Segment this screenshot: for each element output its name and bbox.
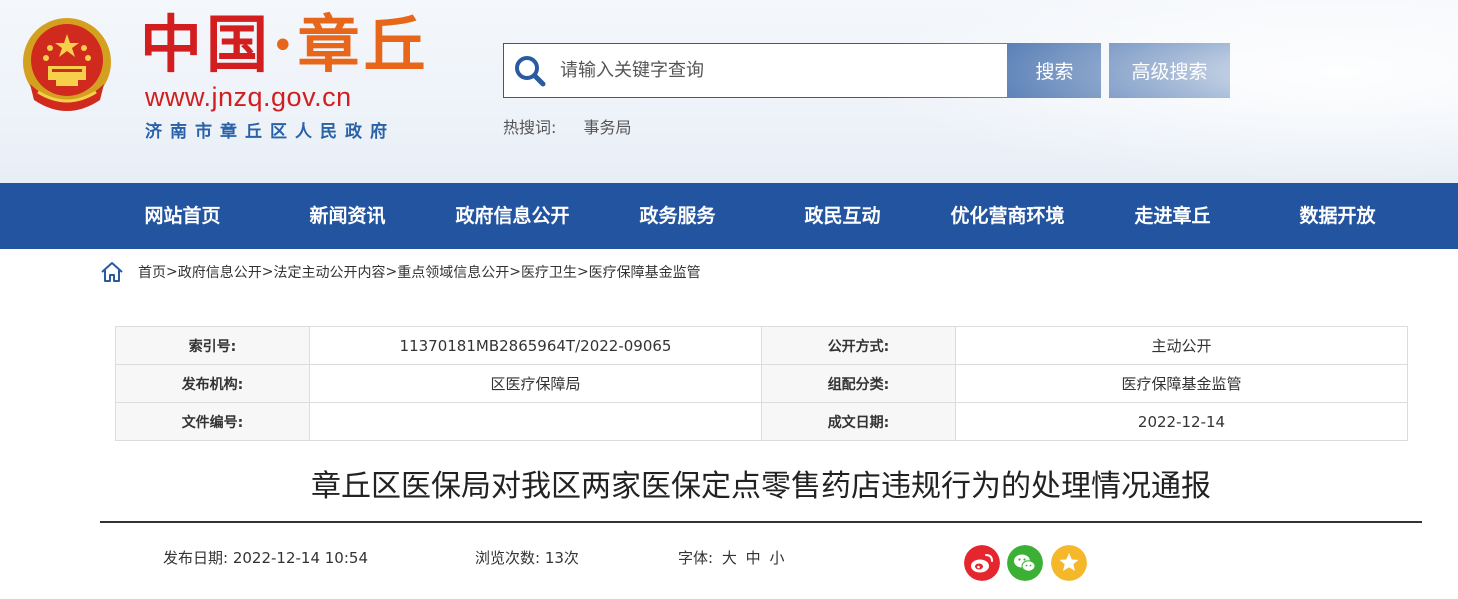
breadcrumb-statutory[interactable]: 法定主动公开内容: [273, 262, 385, 282]
font-large-button[interactable]: 大: [722, 549, 737, 567]
site-url: www.jnzq.gov.cn: [145, 82, 352, 112]
site-subtitle: 济南市章丘区人民政府: [145, 122, 395, 142]
site-title-part-b: 章丘: [297, 8, 430, 81]
written-date-label: 成文日期:: [761, 402, 956, 441]
search-icon[interactable]: [512, 53, 548, 89]
publish-method-value: 主动公开: [955, 326, 1408, 365]
hot-search-label: 热搜词:: [503, 118, 557, 137]
font-size-controls: 字体: 大 中 小: [678, 547, 784, 568]
category-value: 医疗保障基金监管: [955, 364, 1408, 403]
publish-method-label: 公开方式:: [761, 326, 956, 365]
favorite-icon[interactable]: [1051, 545, 1087, 581]
issuer-value: 区医疗保障局: [309, 364, 762, 403]
wechat-icon[interactable]: [1007, 545, 1043, 581]
breadcrumb-health[interactable]: 医疗卫生: [521, 262, 577, 282]
breadcrumb-separator: >: [166, 264, 178, 280]
breadcrumb-separator: >: [576, 264, 589, 280]
search-button[interactable]: 搜索: [1008, 43, 1101, 98]
advanced-search-button[interactable]: 高级搜索: [1109, 43, 1230, 98]
site-title-part-a: 中国: [140, 8, 273, 81]
site-title: 中国·章丘: [140, 10, 430, 80]
view-count: 浏览次数: 13次: [475, 549, 579, 567]
document-info-table: 索引号: 11370181MB2865964T/2022-09065 公开方式:…: [115, 326, 1408, 441]
breadcrumb-separator: >: [261, 264, 274, 280]
site-header: 中国·章丘 www.jnzq.gov.cn 济南市章丘区人民政府 搜索 高级搜索…: [0, 0, 1458, 183]
main-nav: 网站首页 新闻资讯 政府信息公开 政务服务 政民互动 优化营商环境 走进章丘 数…: [0, 183, 1458, 249]
article-title: 章丘区医保局对我区两家医保定点零售药店违规行为的处理情况通报: [311, 469, 1211, 504]
index-number-value: 11370181MB2865964T/2022-09065: [309, 326, 762, 365]
font-medium-button[interactable]: 中: [746, 549, 761, 567]
nav-item-gov-info[interactable]: 政府信息公开: [430, 183, 595, 249]
home-icon[interactable]: [100, 261, 124, 283]
table-row: 发布机构: 区医疗保障局 组配分类: 医疗保障基金监管: [115, 364, 1408, 403]
breadcrumb-gov-info[interactable]: 政府信息公开: [178, 262, 262, 282]
breadcrumb-separator: >: [385, 264, 398, 280]
nav-item-about[interactable]: 走进章丘: [1090, 183, 1255, 249]
site-title-dot: ·: [272, 8, 298, 81]
hot-search: 热搜词: 事务局: [503, 114, 632, 138]
nav-item-home[interactable]: 网站首页: [100, 183, 265, 249]
index-number-label: 索引号:: [115, 326, 310, 365]
font-size-label: 字体:: [678, 549, 714, 567]
nav-item-business[interactable]: 优化营商环境: [925, 183, 1090, 249]
issuer-label: 发布机构:: [115, 364, 310, 403]
nav-item-services[interactable]: 政务服务: [595, 183, 760, 249]
font-small-button[interactable]: 小: [769, 549, 784, 567]
search-input[interactable]: [560, 60, 980, 81]
breadcrumb-key-areas[interactable]: 重点领域信息公开: [397, 262, 509, 282]
search-box: [503, 43, 1008, 98]
nav-item-interaction[interactable]: 政民互动: [760, 183, 925, 249]
weibo-icon[interactable]: [964, 545, 1000, 581]
breadcrumb-separator: >: [509, 264, 521, 280]
title-divider: [100, 521, 1422, 523]
nav-item-open-data[interactable]: 数据开放: [1255, 183, 1420, 249]
publish-date: 发布日期: 2022-12-14 10:54: [163, 549, 368, 567]
breadcrumb-fund-supervision[interactable]: 医疗保障基金监管: [589, 262, 701, 282]
breadcrumb: 首页 > 政府信息公开 > 法定主动公开内容 > 重点领域信息公开 > 医疗卫生…: [100, 260, 701, 284]
national-emblem-icon: [23, 18, 111, 111]
nav-item-news[interactable]: 新闻资讯: [265, 183, 430, 249]
hot-search-word[interactable]: 事务局: [584, 118, 632, 137]
category-label: 组配分类:: [761, 364, 956, 403]
table-row: 文件编号: 成文日期: 2022-12-14: [115, 402, 1408, 441]
document-number-value: [309, 402, 762, 441]
written-date-value: 2022-12-14: [955, 402, 1408, 441]
breadcrumb-home[interactable]: 首页: [138, 262, 166, 282]
table-row: 索引号: 11370181MB2865964T/2022-09065 公开方式:…: [115, 326, 1408, 365]
document-number-label: 文件编号:: [115, 402, 310, 441]
